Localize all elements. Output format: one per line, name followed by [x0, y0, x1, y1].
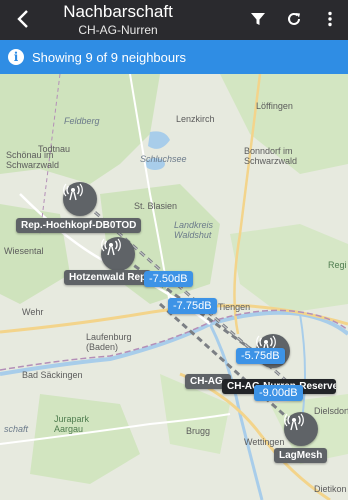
radio-tower-icon: [284, 413, 304, 431]
info-banner: i Showing 9 of 9 neighbours: [0, 40, 348, 74]
place-loeffingen: Löffingen: [256, 101, 293, 111]
page-subtitle: CH-AG-Nurren: [78, 23, 158, 37]
refresh-icon: [288, 12, 300, 25]
filter-icon: [251, 13, 265, 25]
link-snr-badge[interactable]: -7.50dB: [144, 271, 193, 287]
chevron-left-icon: [17, 10, 28, 28]
info-icon: i: [8, 49, 24, 65]
place-brugg: Brugg: [186, 426, 211, 436]
link-snr-badge[interactable]: -9.00dB: [254, 385, 303, 401]
place-lenzkirch: Lenzkirch: [176, 114, 215, 124]
place-wiesental: Wiesental: [4, 246, 44, 256]
place-schluchsee: Schluchsee: [140, 154, 187, 164]
place-st-blasien: St. Blasien: [134, 201, 178, 211]
place-laufenburg: Laufenburg (Baden): [86, 332, 132, 352]
refresh-button[interactable]: [280, 6, 308, 32]
link-snr-badge[interactable]: -7.75dB: [168, 298, 217, 314]
title-block: Nachbarschaft CH-AG-Nurren: [48, 2, 188, 38]
place-landkreis: Landkreis Waldshut: [174, 220, 214, 240]
app-bar: Nachbarschaft CH-AG-Nurren: [0, 0, 348, 40]
node-marker-lagmesh[interactable]: [284, 412, 318, 446]
more-menu-button[interactable]: [316, 6, 344, 32]
map-view[interactable]: Feldberg Todtnau Lenzkirch Löffingen Sch…: [0, 74, 348, 500]
place-bad-saeckingen: Bad Säckingen: [22, 370, 83, 380]
back-button[interactable]: [10, 6, 36, 32]
node-label-hochkopf[interactable]: Rep.-Hochkopf-DB0TOD: [16, 218, 142, 233]
place-tiengen: Tiengen: [218, 302, 251, 312]
node-marker-hochkopf[interactable]: [63, 182, 97, 216]
neighbour-count-text: Showing 9 of 9 neighbours: [32, 49, 186, 65]
place-dietikon: Dietikon: [314, 484, 347, 494]
more-vertical-icon: [328, 11, 332, 27]
toolbar-actions: [244, 6, 344, 32]
place-schaft: schaft: [4, 424, 29, 434]
node-marker-hotzenwald[interactable]: [101, 237, 135, 271]
link-snr-badge[interactable]: -5.75dB: [236, 348, 285, 364]
place-wettingen: Wettingen: [244, 437, 285, 447]
place-wehr: Wehr: [22, 307, 44, 317]
radio-tower-icon: [63, 183, 83, 201]
node-label-hotzenwald[interactable]: Hotzenwald Rep: [64, 270, 152, 285]
filter-button[interactable]: [244, 6, 272, 32]
place-dielsdorf: Dielsdorf: [314, 406, 348, 416]
place-jurapark: Jurapark Aargau: [54, 414, 90, 434]
radio-tower-icon: [101, 238, 121, 256]
place-feldberg: Feldberg: [64, 116, 100, 126]
place-regi: Regi: [328, 260, 347, 270]
place-bonndorf: Bonndorf im Schwarzwald: [244, 146, 298, 166]
page-title: Nachbarschaft: [63, 2, 173, 21]
node-label-lagmesh[interactable]: LagMesh: [274, 448, 328, 463]
place-schoenau: Schönau im Schwarzwald: [6, 150, 60, 170]
